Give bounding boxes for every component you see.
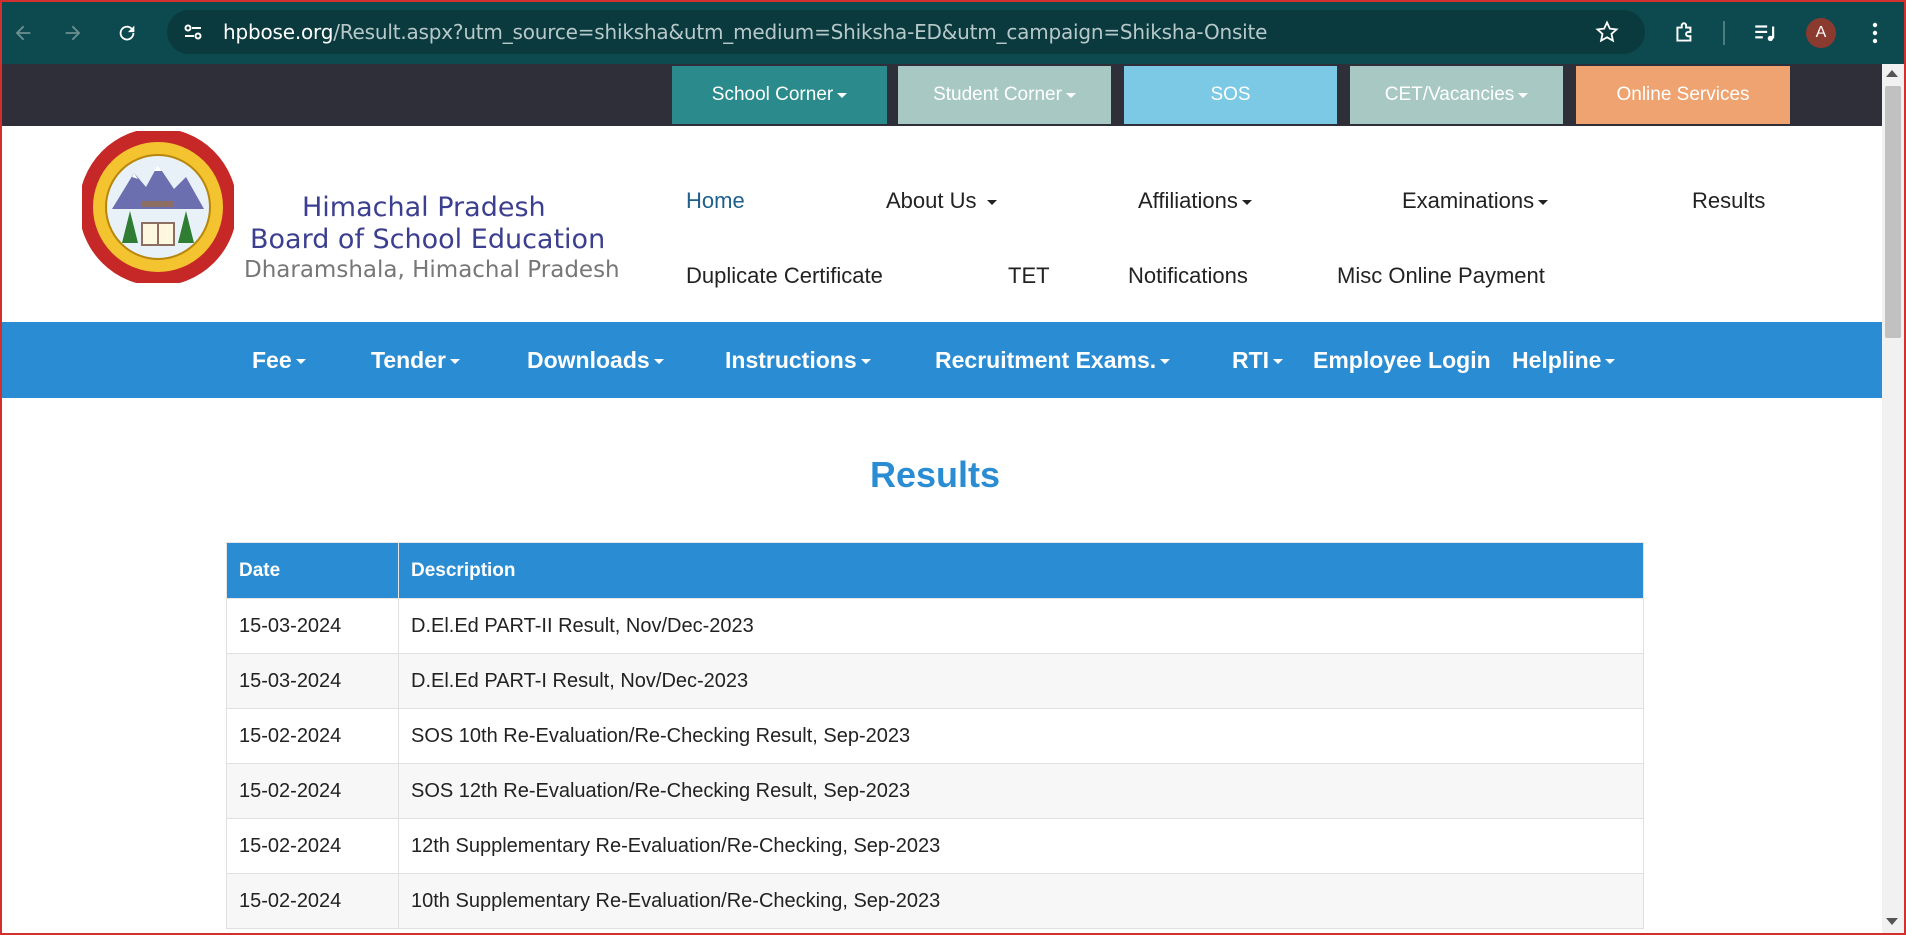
nav-label: Helpline [1512,347,1602,373]
nav-label: About Us [886,188,977,213]
site-info-icon[interactable] [181,20,205,49]
scroll-down-arrow-icon[interactable] [1886,918,1898,925]
row-date: 15-03-2024 [226,598,399,654]
row-description-link[interactable]: D.El.Ed PART-I Result, Nov/Dec-2023 [398,653,1644,709]
caret-down-icon [1518,92,1529,98]
menu-icon[interactable] [1858,16,1892,50]
nav-fee[interactable]: Fee [252,322,306,398]
caret-down-icon [653,359,664,365]
row-date: 15-02-2024 [226,763,399,819]
tab-label: Student Corner [933,84,1062,105]
toolbar-divider [1723,21,1725,45]
row-date: 15-02-2024 [226,708,399,764]
table-row: 15-03-2024 D.El.Ed PART-II Result, Nov/D… [226,598,1644,654]
tab-label: CET/Vacancies [1384,84,1515,105]
caret-down-icon [1273,359,1284,365]
nav-tender[interactable]: Tender [371,322,460,398]
column-header-date: Date [226,542,399,599]
tab-label: Online Services [1616,84,1750,105]
reload-icon[interactable] [110,16,144,50]
tab-label: SOS [1210,84,1251,105]
scroll-up-arrow-icon[interactable] [1886,70,1898,77]
url-text[interactable]: hpbose.org/Result.aspx?utm_source=shiksh… [223,10,1267,54]
nav-label: Fee [252,347,292,373]
star-icon[interactable] [1595,20,1619,49]
tab-online-services[interactable]: Online Services [1576,66,1790,124]
nav-notifications[interactable]: Notifications [1128,263,1248,289]
nav-affiliations[interactable]: Affiliations [1138,188,1252,214]
org-name-line2: Board of School Education [250,224,606,255]
tab-sos[interactable]: SOS [1124,66,1337,124]
org-location: Dharamshala, Himachal Pradesh [244,257,620,283]
results-table: Date Description 15-03-2024 D.El.Ed PART… [226,542,1644,929]
nav-label: RTI [1232,347,1270,373]
nav-results[interactable]: Results [1692,188,1765,214]
nav-rti[interactable]: RTI [1232,322,1284,398]
row-description-link[interactable]: D.El.Ed PART-II Result, Nov/Dec-2023 [398,598,1644,654]
tab-cet-vacancies[interactable]: CET/Vacancies [1350,66,1563,124]
caret-down-icon [1538,199,1549,205]
nav-helpline[interactable]: Helpline [1512,322,1616,398]
browser-toolbar: hpbose.org/Result.aspx?utm_source=shiksh… [0,0,1906,64]
row-description-link[interactable]: SOS 10th Re-Evaluation/Re-Checking Resul… [398,708,1644,764]
url-path: /Result.aspx?utm_source=shiksha&utm_medi… [333,20,1268,44]
column-header-description: Description [398,542,1644,599]
address-bar[interactable]: hpbose.org/Result.aspx?utm_source=shiksh… [167,10,1645,54]
caret-down-icon [1605,359,1616,365]
caret-down-icon [1241,199,1252,205]
web-page: School Corner Student Corner SOS CET/Vac… [0,64,1906,935]
row-date: 15-03-2024 [226,653,399,709]
row-description-link[interactable]: 12th Supplementary Re-Evaluation/Re-Chec… [398,818,1644,874]
secondary-nav-bar: Fee Tender Downloads Instructions Recrui… [2,322,1882,398]
table-row: 15-02-2024 SOS 10th Re-Evaluation/Re-Che… [226,708,1644,764]
caret-down-icon [837,92,848,98]
nav-recruitment-exams[interactable]: Recruitment Exams. [935,322,1171,398]
top-utility-bar: School Corner Student Corner SOS CET/Vac… [2,64,1882,126]
table-header-row: Date Description [226,542,1644,599]
table-row: 15-02-2024 10th Supplementary Re-Evaluat… [226,873,1644,929]
nav-misc-online-payment[interactable]: Misc Online Payment [1337,263,1545,289]
table-row: 15-03-2024 D.El.Ed PART-I Result, Nov/De… [226,653,1644,709]
board-logo-icon[interactable] [82,131,234,283]
nav-label: Instructions [725,347,857,373]
row-description-link[interactable]: SOS 12th Re-Evaluation/Re-Checking Resul… [398,763,1644,819]
nav-label: Recruitment Exams. [935,347,1157,373]
nav-label: Affiliations [1138,188,1238,213]
nav-tet[interactable]: TET [1008,263,1050,289]
nav-employee-login[interactable]: Employee Login [1313,322,1491,398]
caret-down-icon [860,359,871,365]
nav-examinations[interactable]: Examinations [1402,188,1549,214]
table-row: 15-02-2024 SOS 12th Re-Evaluation/Re-Che… [226,763,1644,819]
tab-student-corner[interactable]: Student Corner [898,66,1111,124]
row-date: 15-02-2024 [226,818,399,874]
extensions-icon[interactable] [1668,16,1702,50]
row-date: 15-02-2024 [226,873,399,929]
caret-down-icon [986,199,997,205]
tab-label: School Corner [711,84,834,105]
nav-duplicate-certificate[interactable]: Duplicate Certificate [686,263,883,289]
scrollbar-thumb[interactable] [1885,86,1901,338]
profile-avatar[interactable]: A [1806,18,1836,48]
org-name-line1: Himachal Pradesh [302,192,546,223]
nav-about-us[interactable]: About Us [886,188,997,214]
caret-down-icon [449,359,460,365]
nav-label: Tender [371,347,446,373]
table-row: 15-02-2024 12th Supplementary Re-Evaluat… [226,818,1644,874]
page-title: Results [869,454,1001,495]
media-icon[interactable] [1748,16,1782,50]
caret-down-icon [295,359,306,365]
nav-downloads[interactable]: Downloads [527,322,664,398]
caret-down-icon [1160,359,1171,365]
nav-label: Examinations [1402,188,1535,213]
nav-home[interactable]: Home [686,188,745,214]
nav-instructions[interactable]: Instructions [725,322,871,398]
tab-school-corner[interactable]: School Corner [672,66,887,124]
back-arrow-icon[interactable] [6,16,40,50]
nav-label: Downloads [527,347,650,373]
forward-arrow-icon[interactable] [56,16,90,50]
url-domain: hpbose.org [223,20,334,44]
caret-down-icon [1065,92,1076,98]
row-description-link[interactable]: 10th Supplementary Re-Evaluation/Re-Chec… [398,873,1644,929]
